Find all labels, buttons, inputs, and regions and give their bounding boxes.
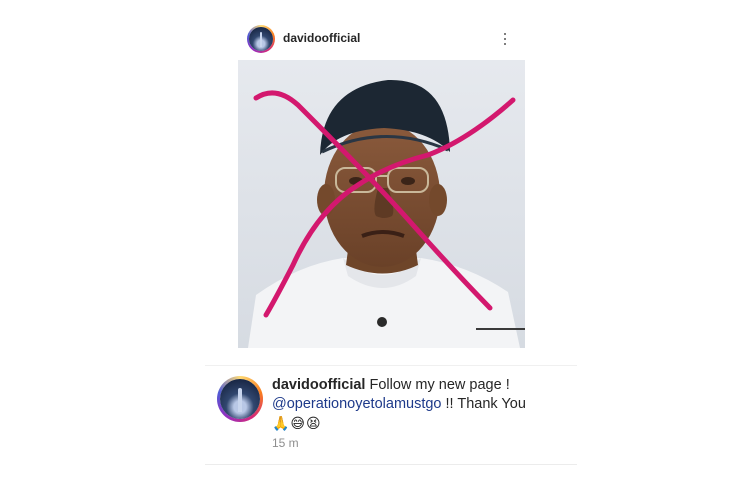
more-vertical-icon[interactable] bbox=[500, 30, 510, 48]
post-username[interactable]: davidoofficial bbox=[283, 31, 360, 45]
comment-username[interactable]: davidoofficial bbox=[272, 377, 365, 393]
post-card: davidoofficial bbox=[238, 18, 525, 348]
emoji-row: 🙏😅😫 bbox=[272, 415, 322, 431]
comment-body: Follow my new page ! bbox=[369, 377, 510, 393]
comment-text: davidoofficial Follow my new page ! @ope… bbox=[272, 376, 572, 434]
mention-link[interactable]: @operationoyetolamustgo bbox=[272, 396, 442, 412]
avatar[interactable] bbox=[247, 25, 275, 53]
post-image[interactable] bbox=[238, 60, 525, 348]
comment-body-end: !! Thank You bbox=[445, 396, 526, 412]
comment-timestamp: 15 m bbox=[272, 436, 299, 450]
post-photo bbox=[238, 60, 525, 348]
avatar[interactable] bbox=[217, 376, 263, 422]
post-header: davidoofficial bbox=[238, 18, 525, 60]
comment-card: davidoofficial Follow my new page ! @ope… bbox=[205, 365, 577, 465]
